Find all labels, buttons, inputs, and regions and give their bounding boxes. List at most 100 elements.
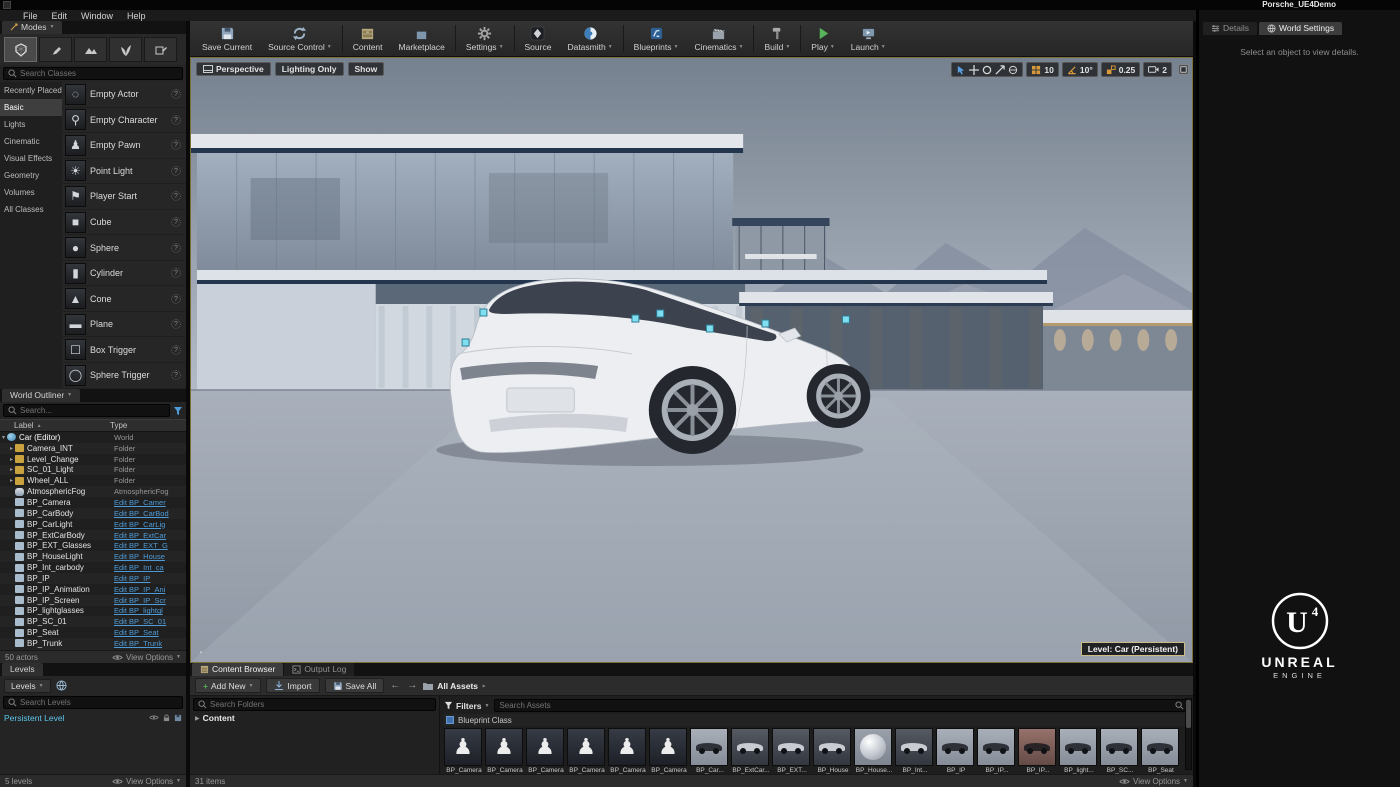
asset-tile[interactable]: BP_light...: [1059, 728, 1099, 774]
outliner-row[interactable]: ▸Camera_INTFolder: [0, 443, 186, 454]
settings-button[interactable]: Settings▼: [458, 21, 512, 56]
asset-tile[interactable]: BP_SC...: [1100, 728, 1140, 774]
place-item-cone[interactable]: ▲Cone?: [62, 286, 186, 312]
save-level-icon[interactable]: [174, 714, 182, 722]
world-icon[interactable]: [56, 680, 67, 691]
tab-content-browser[interactable]: Content Browser: [192, 663, 283, 676]
info-icon[interactable]: ?: [171, 140, 181, 150]
levels-menu-button[interactable]: Levels▼: [4, 679, 51, 693]
place-item-empty-actor[interactable]: ◌Empty Actor?: [62, 82, 186, 108]
levels-view-options[interactable]: View Options▼: [112, 777, 181, 786]
maximize-viewport-button[interactable]: [1178, 64, 1189, 75]
category-basic[interactable]: Basic: [0, 99, 62, 116]
info-icon[interactable]: ?: [171, 191, 181, 201]
content-browser-view-options[interactable]: View Options▼: [1119, 777, 1188, 786]
outliner-row[interactable]: BP_IP_ScreenEdit BP_IP_Scr: [0, 595, 186, 606]
build-button[interactable]: Build▼: [756, 21, 798, 56]
edit-blueprint-link[interactable]: Edit BP_Trunk: [114, 639, 186, 648]
asset-tile[interactable]: BP_Int...: [895, 728, 935, 774]
place-item-plane[interactable]: ▬Plane?: [62, 312, 186, 338]
level-row-persistent[interactable]: Persistent Level: [0, 711, 186, 724]
asset-tile[interactable]: BP_IP...: [977, 728, 1017, 774]
category-cinematic[interactable]: Cinematic: [0, 133, 62, 150]
asset-tile[interactable]: BP_House: [813, 728, 853, 774]
place-item-sphere-trigger[interactable]: ◯Sphere Trigger?: [62, 363, 186, 389]
outliner-row[interactable]: ▸Level_ChangeFolder: [0, 454, 186, 465]
asset-tile[interactable]: BP_House...: [854, 728, 894, 774]
content-button[interactable]: Content: [345, 21, 391, 56]
asset-tile[interactable]: BP_ExtCar...: [731, 728, 771, 774]
info-icon[interactable]: ?: [171, 166, 181, 176]
import-button[interactable]: Import: [266, 678, 319, 693]
info-icon[interactable]: ?: [171, 294, 181, 304]
breadcrumb[interactable]: All Assets ▼: [423, 681, 487, 691]
outliner-view-options[interactable]: View Options▼: [112, 653, 181, 662]
cinematics-button[interactable]: Cinematics▼: [686, 21, 751, 56]
scrollbar-thumb[interactable]: [1186, 700, 1191, 728]
edit-blueprint-link[interactable]: Edit BP_IP: [114, 574, 186, 583]
source-button[interactable]: Source: [517, 21, 560, 56]
edit-blueprint-link[interactable]: Edit BP_EXT_G: [114, 541, 186, 550]
info-icon[interactable]: ?: [171, 89, 181, 99]
mode-landscape-button[interactable]: [74, 37, 107, 62]
category-recently-placed[interactable]: Recently Placed: [0, 82, 62, 99]
lighting-mode-button[interactable]: Lighting Only: [275, 62, 344, 76]
rotation-snap-control[interactable]: 10°: [1062, 62, 1098, 77]
outliner-row[interactable]: BP_TrunkEdit BP_Trunk: [0, 638, 186, 649]
outliner-row[interactable]: BP_lightglassesEdit BP_lightgl: [0, 606, 186, 617]
tab-world-settings[interactable]: World Settings: [1259, 22, 1342, 35]
search-folders-input[interactable]: [210, 700, 431, 709]
outliner-row[interactable]: ▸Wheel_ALLFolder: [0, 475, 186, 486]
edit-blueprint-link[interactable]: Edit BP_IP_Scr: [114, 596, 186, 605]
category-lights[interactable]: Lights: [0, 116, 62, 133]
eye-icon[interactable]: [149, 714, 159, 721]
menu-file[interactable]: File: [16, 11, 45, 21]
edit-blueprint-link[interactable]: Edit BP_CarBod: [114, 509, 186, 518]
tab-world-outliner[interactable]: World Outliner ▼: [2, 389, 80, 402]
tab-levels[interactable]: Levels: [2, 663, 43, 676]
back-button[interactable]: ←: [389, 680, 401, 691]
asset-tile[interactable]: ♟BP_Camera: [567, 728, 607, 774]
outliner-row[interactable]: BP_IPEdit BP_IP: [0, 573, 186, 584]
place-item-sphere[interactable]: ●Sphere?: [62, 235, 186, 261]
lock-icon[interactable]: [163, 714, 170, 722]
edit-blueprint-link[interactable]: Edit BP_House: [114, 552, 186, 561]
scale-snap-control[interactable]: 0.25: [1101, 62, 1141, 77]
edit-blueprint-link[interactable]: Edit BP_lightgl: [114, 606, 186, 615]
menu-edit[interactable]: Edit: [45, 11, 75, 21]
play-button[interactable]: Play▼: [803, 21, 843, 56]
place-item-player-start[interactable]: ⚑Player Start?: [62, 184, 186, 210]
outliner-row[interactable]: BP_EXT_GlassesEdit BP_EXT_G: [0, 540, 186, 551]
edit-blueprint-link[interactable]: Edit BP_Camer: [114, 498, 186, 507]
asset-tile[interactable]: ♟BP_Camera: [485, 728, 525, 774]
asset-tile[interactable]: BP_EXT...: [772, 728, 812, 774]
blueprints-button[interactable]: Blueprints▼: [626, 21, 687, 56]
show-button[interactable]: Show: [348, 62, 385, 76]
modes-search-input[interactable]: [20, 69, 178, 78]
asset-tile[interactable]: BP_IP: [936, 728, 976, 774]
outliner-filter-icon[interactable]: [173, 406, 183, 416]
category-all-classes[interactable]: All Classes: [0, 201, 62, 218]
outliner-row[interactable]: BP_IP_AnimationEdit BP_IP_Ani: [0, 584, 186, 595]
edit-blueprint-link[interactable]: Edit BP_Seat: [114, 628, 186, 637]
edit-blueprint-link[interactable]: Edit BP_SC_01: [114, 617, 186, 626]
tab-details[interactable]: Details: [1203, 22, 1257, 35]
asset-tile[interactable]: ♟BP_Camera: [444, 728, 484, 774]
levels-search-input[interactable]: [20, 698, 178, 707]
place-item-empty-pawn[interactable]: ♟Empty Pawn?: [62, 133, 186, 159]
place-item-empty-character[interactable]: ⚲Empty Character?: [62, 108, 186, 134]
asset-section-header[interactable]: Blueprint Class: [444, 714, 1189, 726]
asset-tile[interactable]: BP_Seat: [1141, 728, 1181, 774]
edit-blueprint-link[interactable]: Edit BP_ExtCar: [114, 531, 186, 540]
mode-foliage-button[interactable]: [109, 37, 142, 62]
info-icon[interactable]: ?: [171, 370, 181, 380]
3d-viewport[interactable]: Perspective Lighting Only Show 10 10°: [190, 57, 1193, 663]
category-volumes[interactable]: Volumes: [0, 184, 62, 201]
place-item-cube[interactable]: ■Cube?: [62, 210, 186, 236]
forward-button[interactable]: →: [406, 680, 418, 691]
place-item-box-trigger[interactable]: ☐Box Trigger?: [62, 337, 186, 363]
tab-modes[interactable]: Modes ▼: [2, 21, 62, 34]
outliner-row[interactable]: BP_Int_carbodyEdit BP_Int_ca: [0, 562, 186, 573]
asset-tile[interactable]: ♟BP_Camera: [608, 728, 648, 774]
search-assets-input[interactable]: [499, 701, 1172, 710]
